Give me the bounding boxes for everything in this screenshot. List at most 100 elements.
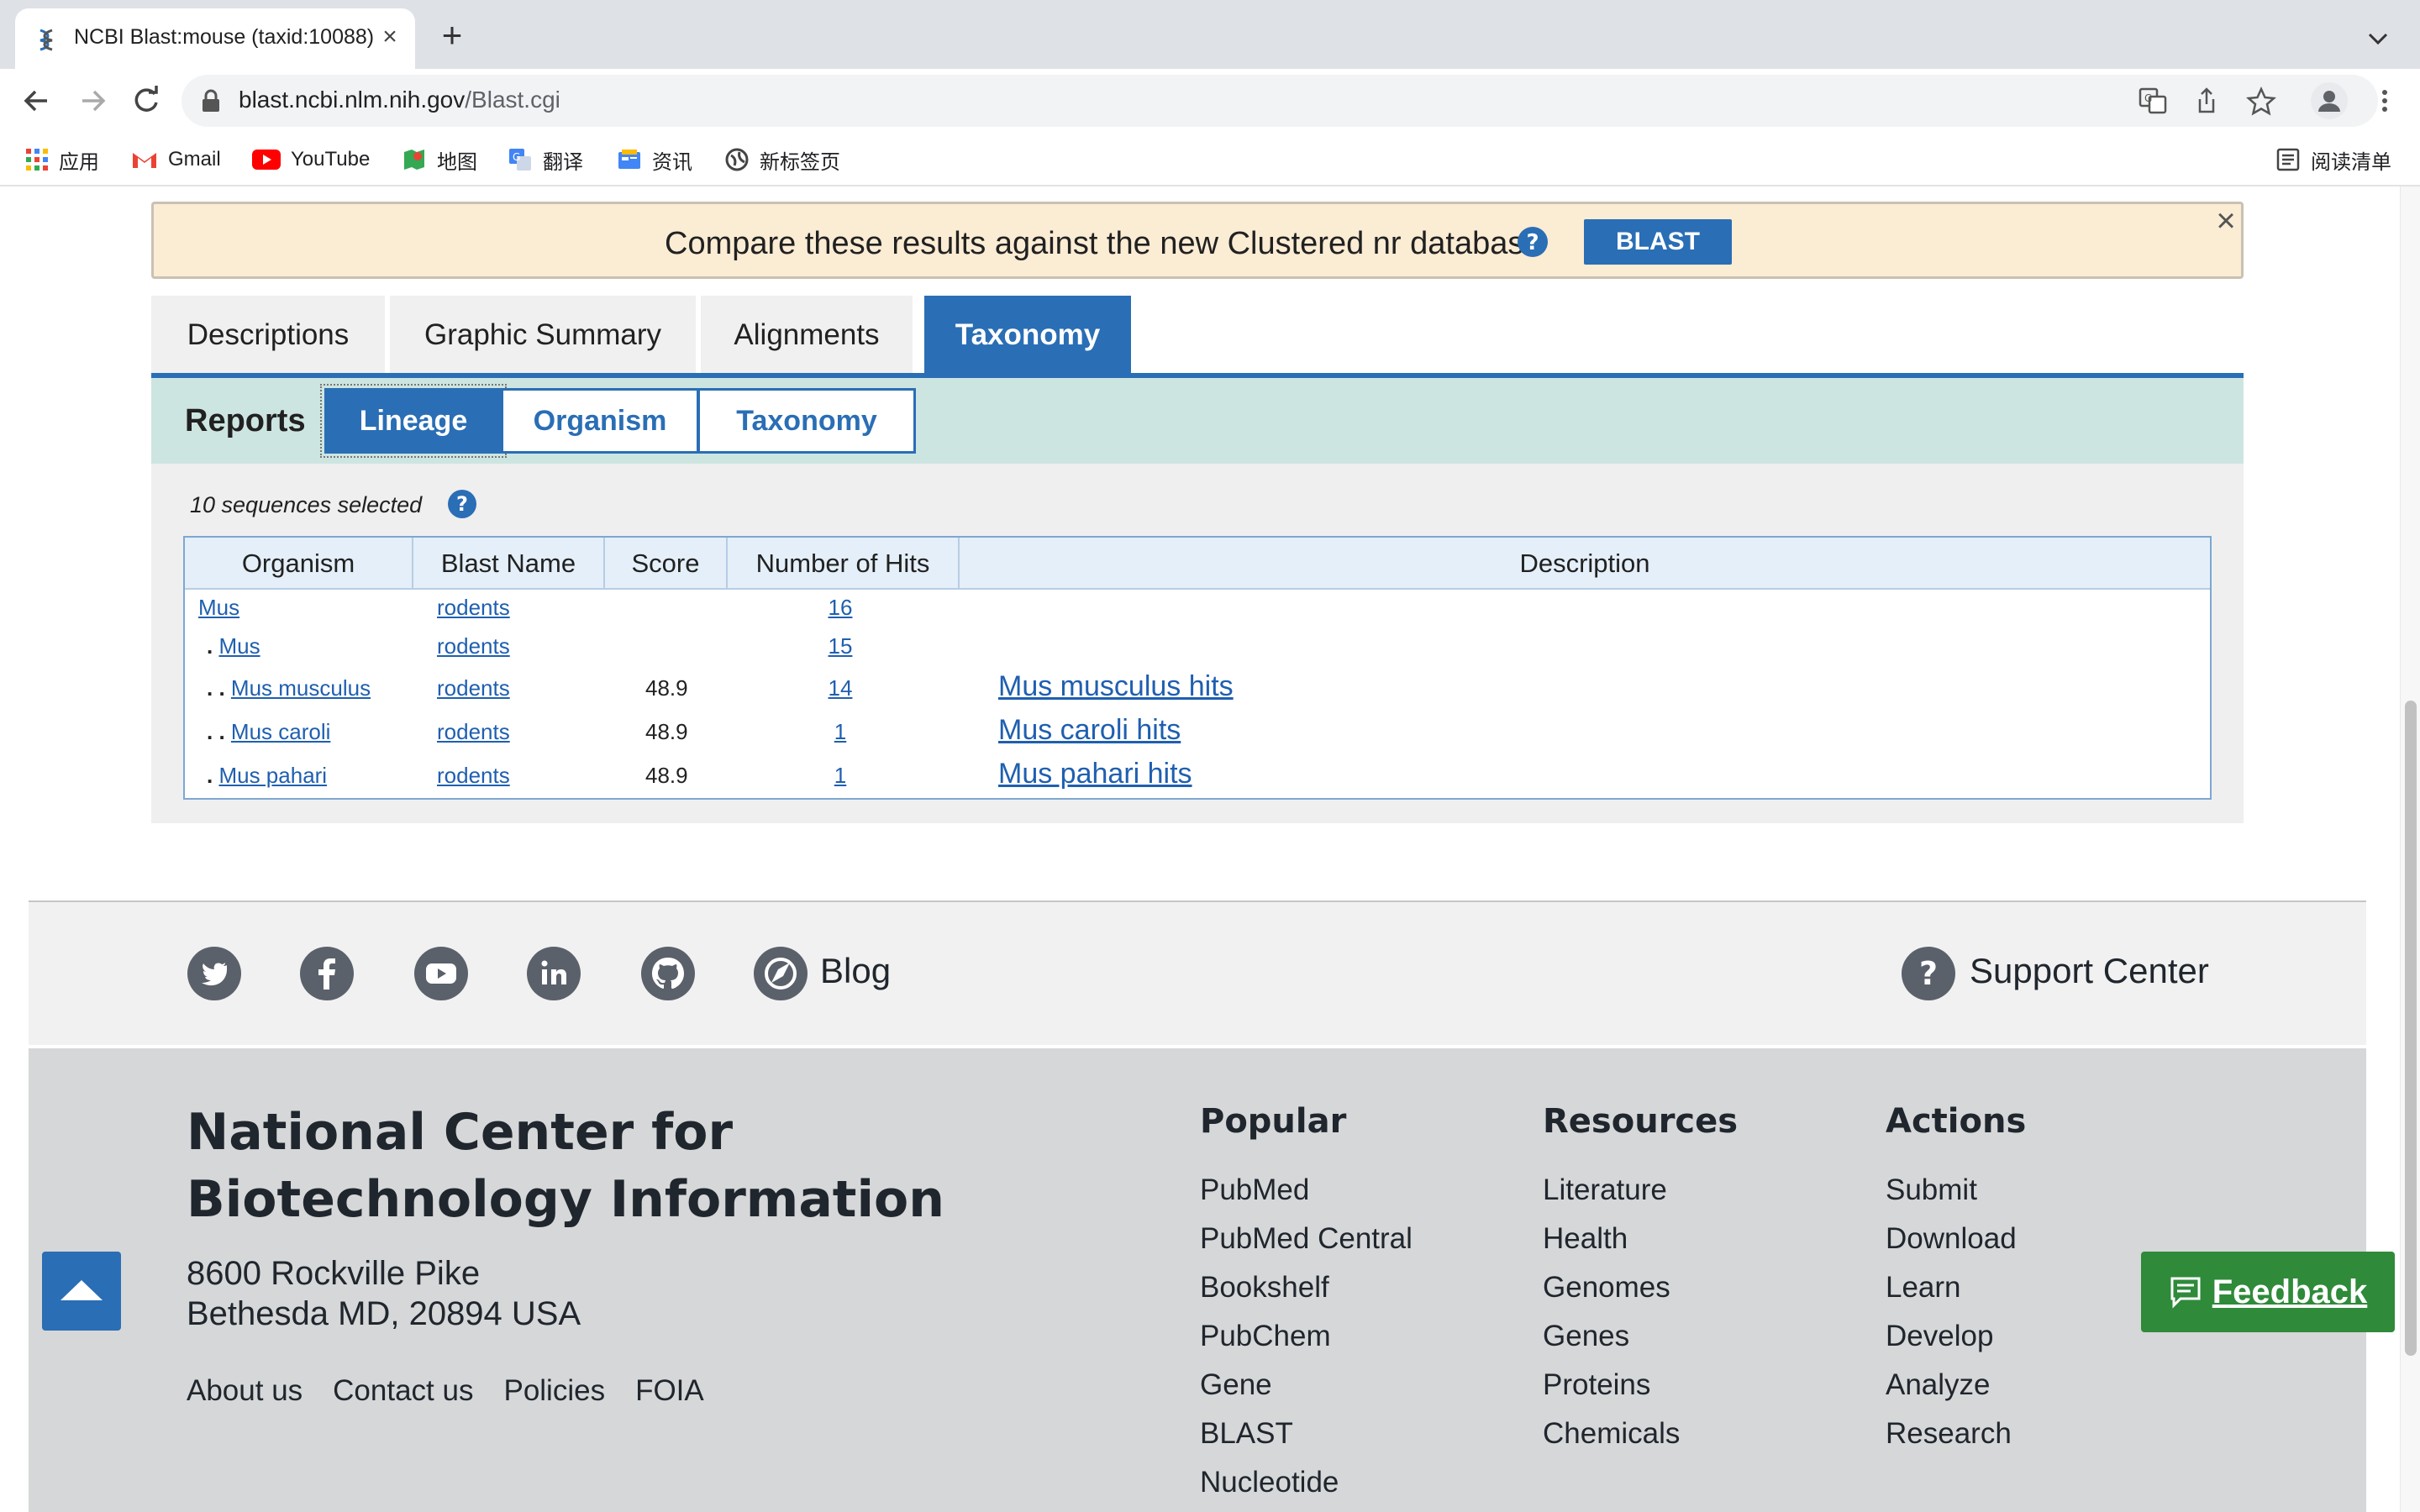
policies-link[interactable]: Policies: [503, 1374, 605, 1408]
page-content: Compare these results against the new Cl…: [0, 186, 2400, 1512]
column-header-description: Description: [1519, 549, 1650, 578]
github-icon[interactable]: [640, 946, 696, 1001]
new-tab-icon[interactable]: +: [434, 18, 471, 55]
footer-link[interactable]: Literature: [1543, 1166, 1738, 1215]
share-icon[interactable]: [2191, 86, 2222, 116]
footer-link[interactable]: Submit: [1886, 1166, 2026, 1215]
translate-icon[interactable]: G: [2138, 86, 2168, 116]
hits-link[interactable]: 16: [823, 595, 857, 621]
profile-avatar-icon[interactable]: [2309, 81, 2349, 121]
hits-link[interactable]: 15: [823, 633, 857, 659]
blast-name-link[interactable]: rodents: [437, 675, 510, 701]
organism-link[interactable]: Mus pahari: [218, 763, 327, 788]
help-icon[interactable]: ?: [447, 489, 477, 519]
svg-text:?: ?: [1919, 955, 1938, 992]
close-icon[interactable]: ×: [2209, 204, 2243, 238]
report-tab-taxonomy[interactable]: Taxonomy: [697, 388, 916, 454]
description-link[interactable]: Mus musculus hits: [998, 670, 1234, 703]
linkedin-icon[interactable]: [526, 946, 581, 1001]
organism-link[interactable]: Mus: [218, 633, 260, 659]
bookmark-translate[interactable]: G 翻译: [508, 143, 583, 176]
blast-name-link[interactable]: rodents: [437, 633, 510, 659]
reload-icon[interactable]: [123, 77, 170, 124]
browser-tab[interactable]: NCBI Blast:mouse (taxid:10088) ×: [15, 8, 415, 69]
address-line: 8600 Rockville Pike: [187, 1255, 481, 1292]
bookmark-youtube[interactable]: YouTube: [252, 143, 370, 176]
footer-link[interactable]: BLAST: [1200, 1410, 1413, 1458]
footer-link[interactable]: Chemicals: [1543, 1410, 1738, 1458]
address-bar[interactable]: blast.ncbi.nlm.nih.gov/Blast.cgi: [182, 75, 2378, 127]
back-to-top-button[interactable]: [42, 1252, 121, 1331]
bookmark-apps[interactable]: 应用: [25, 143, 99, 176]
column-title: Actions: [1886, 1102, 2027, 1141]
tab-search-chevron-icon[interactable]: [2363, 24, 2393, 54]
table-row: Mus rodents 16: [185, 595, 2210, 638]
reading-list-label: 阅读清单: [2311, 150, 2391, 174]
support-center-link[interactable]: Support Center: [1970, 951, 2209, 991]
bookmark-star-icon[interactable]: [2245, 86, 2277, 118]
bookmark-gmail[interactable]: Gmail: [131, 143, 221, 176]
hits-link[interactable]: 14: [823, 675, 857, 701]
hits-link[interactable]: 1: [823, 763, 857, 789]
footer-link[interactable]: Genomes: [1543, 1263, 1738, 1312]
footer-link[interactable]: Bookshelf: [1200, 1263, 1413, 1312]
twitter-icon[interactable]: [187, 946, 242, 1001]
reading-list[interactable]: 阅读清单: [2275, 143, 2391, 176]
feedback-button[interactable]: Feedback: [2141, 1252, 2395, 1332]
organism-link[interactable]: Mus musculus: [231, 675, 371, 701]
help-icon[interactable]: ?: [1517, 226, 1549, 258]
blog-icon[interactable]: [753, 946, 808, 1001]
facebook-icon[interactable]: [299, 946, 355, 1001]
footer-link[interactable]: Genes: [1543, 1312, 1738, 1361]
footer-link[interactable]: PubMed Central: [1200, 1215, 1413, 1263]
organism-link[interactable]: Mus caroli: [231, 719, 330, 744]
footer-link[interactable]: Analyze: [1886, 1361, 2026, 1410]
footer-link[interactable]: Proteins: [1543, 1361, 1738, 1410]
bookmark-new-tab[interactable]: 新标签页: [724, 143, 840, 176]
contact-us-link[interactable]: Contact us: [333, 1374, 473, 1408]
report-tab-lineage[interactable]: Lineage: [320, 384, 507, 458]
bookmark-news[interactable]: 资讯: [617, 143, 692, 176]
support-help-icon[interactable]: ?: [1901, 946, 1956, 1001]
footer-link[interactable]: Gene: [1200, 1361, 1413, 1410]
tab-descriptions[interactable]: Descriptions: [151, 296, 385, 375]
bookmark-maps[interactable]: 地图: [402, 143, 477, 176]
description-link[interactable]: Mus pahari hits: [998, 758, 1192, 790]
footer-link[interactable]: Nucleotide: [1200, 1458, 1413, 1507]
foia-link[interactable]: FOIA: [635, 1374, 704, 1408]
tab-graphic-summary[interactable]: Graphic Summary: [390, 296, 696, 375]
footer-column-actions: Actions Submit Download Learn Develop An…: [1886, 1102, 2026, 1458]
blast-name-link[interactable]: rodents: [437, 595, 510, 621]
footer-links: About us Contact us Policies FOIA: [187, 1374, 704, 1408]
blast-name-link[interactable]: rodents: [437, 763, 510, 789]
footer-link[interactable]: Learn: [1886, 1263, 2026, 1312]
bookmark-label: 新标签页: [760, 150, 840, 174]
blast-name-link[interactable]: rodents: [437, 719, 510, 745]
forward-arrow-icon[interactable]: [69, 77, 116, 124]
footer-link[interactable]: Develop: [1886, 1312, 2026, 1361]
ncbi-org-name[interactable]: National Center for Biotechnology Inform…: [187, 1099, 1027, 1233]
footer-link[interactable]: Download: [1886, 1215, 2026, 1263]
footer-link[interactable]: PubMed: [1200, 1166, 1413, 1215]
description-link[interactable]: Mus caroli hits: [998, 714, 1181, 747]
footer-link[interactable]: Research: [1886, 1410, 2026, 1458]
back-arrow-icon[interactable]: [13, 77, 60, 124]
hits-link[interactable]: 1: [823, 719, 857, 745]
blog-link[interactable]: Blog: [820, 951, 891, 991]
organism-cell: . . Mus caroli: [207, 719, 330, 745]
tab-close-icon[interactable]: ×: [375, 22, 405, 52]
footer-link[interactable]: PubChem: [1200, 1312, 1413, 1361]
blast-button[interactable]: BLAST: [1584, 219, 1732, 265]
tab-taxonomy[interactable]: Taxonomy: [924, 296, 1131, 375]
kebab-menu-icon[interactable]: [2370, 86, 2400, 116]
report-tab-organism[interactable]: Organism: [501, 388, 699, 454]
ncbi-favicon-icon: [39, 29, 53, 51]
url-text[interactable]: blast.ncbi.nlm.nih.gov/Blast.cgi: [239, 87, 560, 113]
footer-link[interactable]: Health: [1543, 1215, 1738, 1263]
youtube-icon[interactable]: [413, 946, 469, 1001]
lock-icon[interactable]: [200, 89, 222, 113]
tab-alignments[interactable]: Alignments: [701, 296, 913, 375]
organism-link[interactable]: Mus: [198, 595, 239, 620]
about-us-link[interactable]: About us: [187, 1374, 302, 1408]
page-scrollbar-thumb[interactable]: [2405, 701, 2417, 1356]
